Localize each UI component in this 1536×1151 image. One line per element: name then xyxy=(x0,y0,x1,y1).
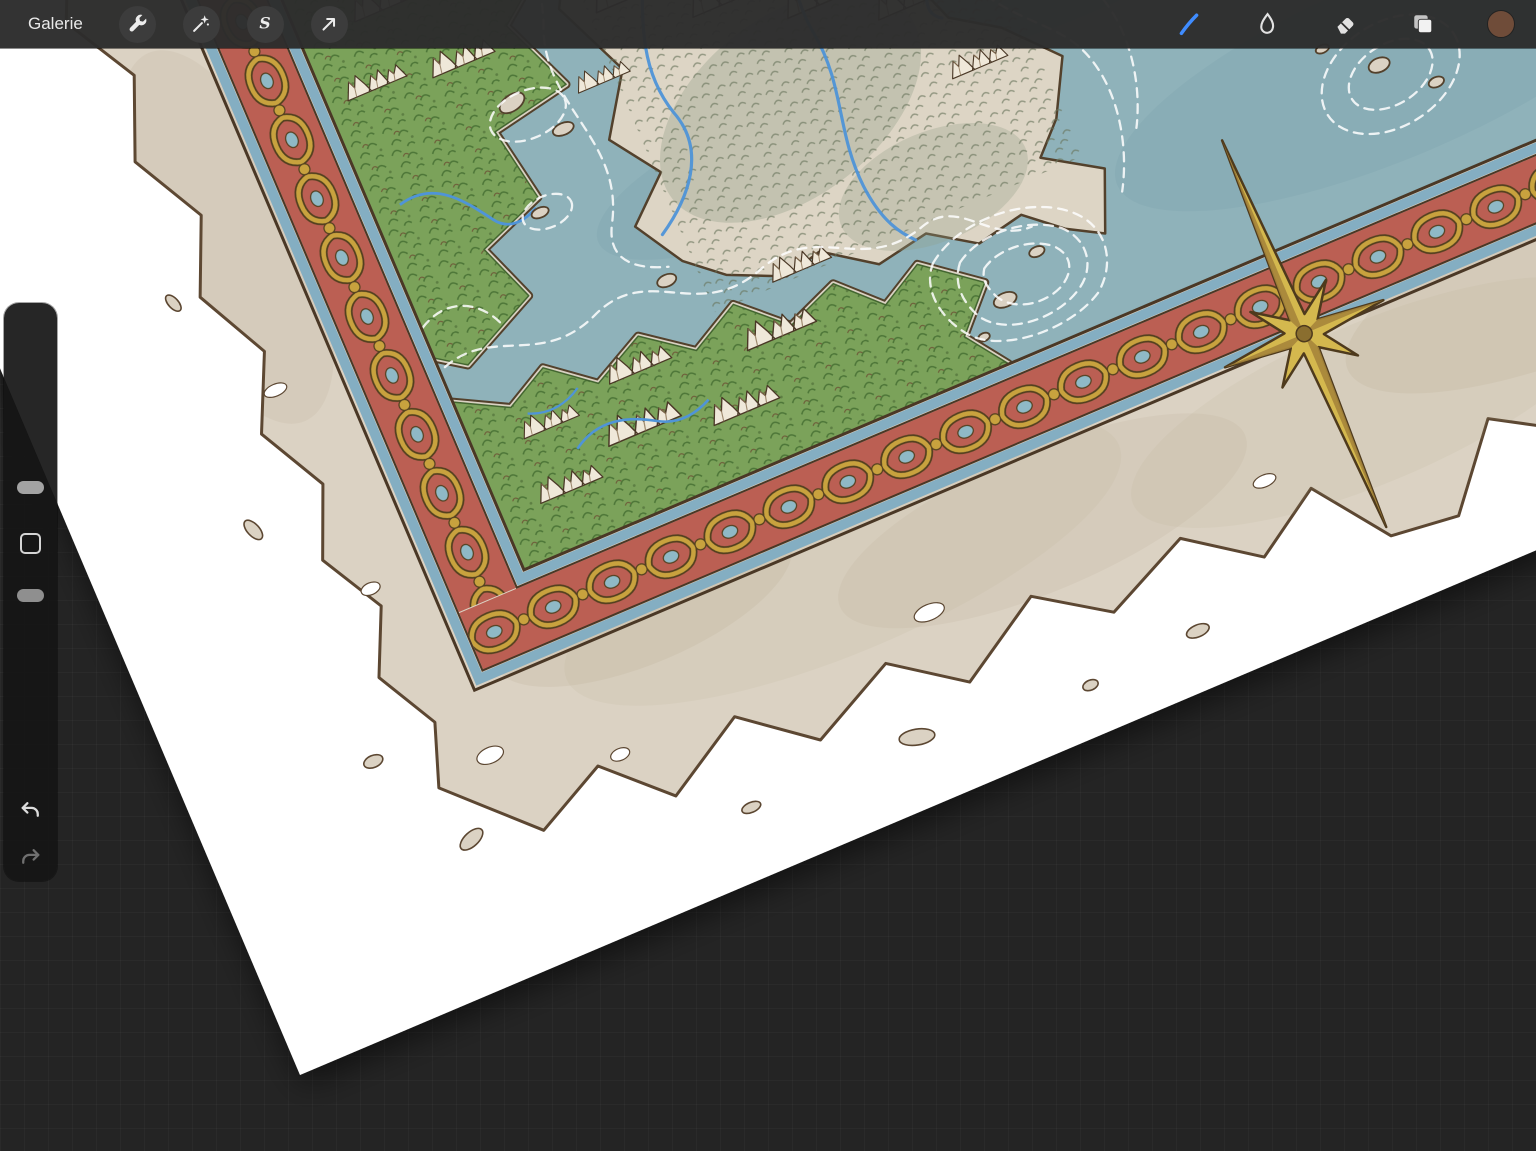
undo-button[interactable] xyxy=(17,797,44,824)
paint-tool-button[interactable] xyxy=(1172,7,1206,41)
redo-icon xyxy=(17,844,44,871)
color-swatch xyxy=(1486,9,1516,39)
redo-button[interactable] xyxy=(17,844,44,871)
sidebar-toolbar xyxy=(4,303,57,881)
paint-tools-group xyxy=(1172,7,1518,41)
selection-button[interactable]: S xyxy=(247,6,284,43)
adjustments-button[interactable] xyxy=(183,6,220,43)
drawing-canvas[interactable] xyxy=(0,0,1536,1151)
layers-icon xyxy=(1409,10,1437,38)
top-toolbar: Galerie S xyxy=(0,0,1536,48)
actions-button[interactable] xyxy=(119,6,156,43)
color-swatch-button[interactable] xyxy=(1484,7,1518,41)
erase-tool-button[interactable] xyxy=(1328,7,1362,41)
modify-button[interactable] xyxy=(20,533,41,554)
undo-icon xyxy=(17,797,44,824)
transform-button[interactable] xyxy=(311,6,348,43)
smudge-tool-button[interactable] xyxy=(1250,7,1284,41)
layers-button[interactable] xyxy=(1406,7,1440,41)
gallery-button[interactable]: Galerie xyxy=(22,13,89,35)
selection-s-icon: S xyxy=(254,13,276,35)
opacity-slider-handle[interactable] xyxy=(17,589,44,602)
transform-arrow-icon xyxy=(318,13,340,35)
svg-text:S: S xyxy=(260,14,271,33)
magic-wand-icon xyxy=(190,13,212,35)
procreate-workspace: Galerie S xyxy=(0,0,1536,1151)
canvas-artwork-group xyxy=(0,0,1536,1075)
wrench-icon xyxy=(126,13,148,35)
brush-size-slider-handle[interactable] xyxy=(17,481,44,494)
eraser-icon xyxy=(1331,10,1359,38)
brush-stroke-icon xyxy=(1175,10,1203,38)
smudge-icon xyxy=(1253,10,1281,38)
